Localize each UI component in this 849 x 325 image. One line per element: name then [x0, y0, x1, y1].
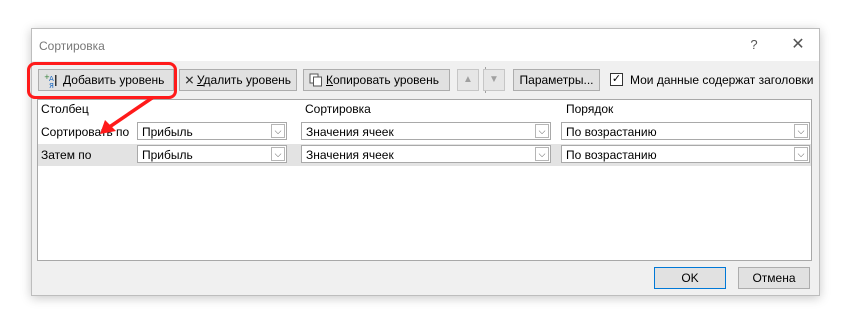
annotation-arrow [100, 96, 154, 134]
